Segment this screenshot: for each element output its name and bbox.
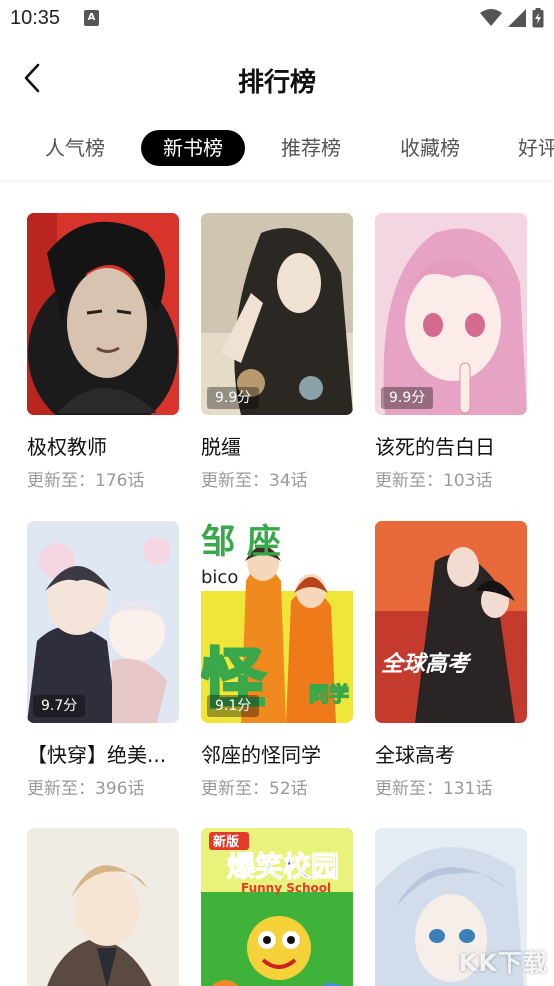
page-title: 排行榜 [237,68,316,98]
cover-logo: 全球高考 [381,651,472,677]
comic-title: 邻座的怪同学 [201,743,321,767]
score-badge: 9.9分 [207,387,260,409]
cover-logo: 同学 [309,682,349,706]
score-badge: 9.9分 [381,387,434,409]
cover-logo: Funny School [241,881,331,895]
signal-icon [508,9,526,27]
comic-chapter: 更新至：396话 [27,779,145,799]
comic-cover: 新版 爆笑校园 Funny School [201,828,353,986]
comic-cover: 9.9分 [201,213,353,415]
wifi-icon [480,9,502,26]
comic-chapter: 更新至：131话 [375,779,493,799]
comic-cover: 9.7分 [27,521,179,723]
app-bar: 排行榜 [0,36,554,122]
comic-chapter: 更新至：176话 [27,471,145,491]
comic-cover: bico 邹 座 怪 同学 9.1分 [201,521,353,723]
status-time: 10:35 [10,7,61,29]
comic-chapter: 更新至：34话 [201,471,308,491]
score-badge: 9.7分 [33,695,86,717]
tab-recommended[interactable]: 推荐榜 [266,130,356,166]
watermark-logo: KK下载 [458,949,548,977]
cover-logo: 新版 [213,834,239,850]
tab-popularity[interactable]: 人气榜 [30,130,120,166]
comic-cover: 9.9分 [375,213,527,415]
cover-logo: bico [201,567,238,588]
status-bar: 10:35 A [0,0,554,36]
comic-cover: 全球高考 [375,521,527,723]
score-badge: 9.1分 [207,695,260,717]
comic-title: 极权教师 [27,435,107,459]
comic-cover [27,828,179,986]
comic-title: 脱缰 [201,435,241,459]
cover-logo: 爆笑校园 [227,850,339,883]
comic-title: 【快穿】绝美... [27,743,167,767]
comic-chapter: 更新至：103话 [375,471,493,491]
status-icons [480,8,544,28]
tab-favorites[interactable]: 收藏榜 [385,130,475,166]
ranking-tabs: 人气榜 新书榜 推荐榜 收藏榜 好评 [0,122,554,182]
battery-icon [532,8,544,28]
comic-cover [27,213,179,415]
tab-new-books[interactable]: 新书榜 [141,130,245,166]
cover-logo: 邹 座 [201,522,281,562]
a-icon: A [84,10,99,26]
comic-title: 该死的告白日 [375,435,495,459]
comic-chapter: 更新至：52话 [201,779,308,799]
tab-good-reviews[interactable]: 好评 [502,130,554,166]
comic-title: 全球高考 [375,743,455,767]
